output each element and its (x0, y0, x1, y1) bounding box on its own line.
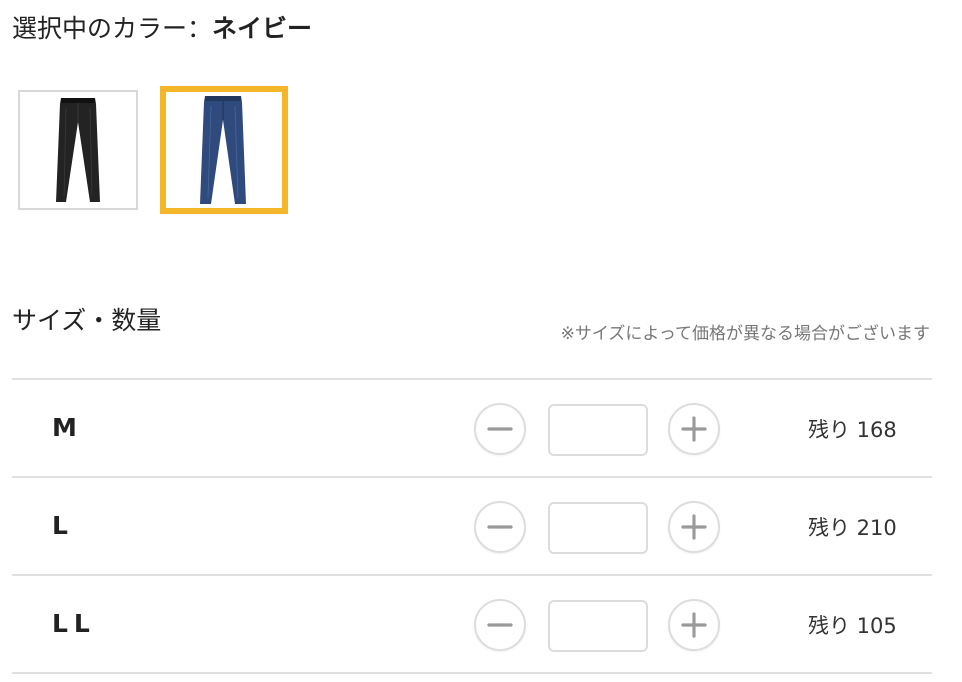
decrement-button[interactable] (474, 403, 526, 455)
size-row-l: L 残り 210 (12, 478, 932, 574)
stock-remaining: 残り 168 (808, 418, 897, 442)
plus-icon (681, 416, 707, 442)
size-label: L (52, 511, 74, 540)
size-row-ll: LL 残り 105 (12, 576, 932, 672)
selected-color-label: 選択中のカラー： (12, 14, 213, 43)
stock-remaining: 残り 210 (808, 516, 897, 540)
product-option-panel: 選択中のカラー：ネイビー サイズ・数量 ※サイズによって価格が異なる場合がござい… (0, 0, 962, 682)
color-swatch-navy[interactable] (160, 86, 288, 214)
quantity-input[interactable] (548, 404, 648, 456)
increment-button[interactable] (668, 403, 720, 455)
minus-icon (487, 427, 513, 431)
black-pants-thumbnail (56, 98, 100, 202)
decrement-button[interactable] (474, 501, 526, 553)
quantity-input[interactable] (548, 600, 648, 652)
divider (12, 672, 932, 674)
increment-button[interactable] (668, 599, 720, 651)
size-row-m: M 残り 168 (12, 380, 932, 476)
navy-pants-thumbnail (200, 96, 246, 204)
price-note: ※サイズによって価格が異なる場合がございます (560, 324, 930, 344)
size-label: LL (52, 609, 96, 638)
minus-icon (487, 623, 513, 627)
size-quantity-heading: サイズ・数量 (12, 306, 162, 335)
increment-button[interactable] (668, 501, 720, 553)
color-swatch-black[interactable] (18, 90, 138, 210)
selected-color-heading: 選択中のカラー：ネイビー (12, 12, 312, 46)
minus-icon (487, 525, 513, 529)
decrement-button[interactable] (474, 599, 526, 651)
stock-remaining: 残り 105 (808, 614, 897, 638)
size-label: M (52, 413, 83, 442)
selected-color-value: ネイビー (212, 14, 313, 43)
plus-icon (681, 514, 707, 540)
plus-icon (681, 612, 707, 638)
quantity-input[interactable] (548, 502, 648, 554)
